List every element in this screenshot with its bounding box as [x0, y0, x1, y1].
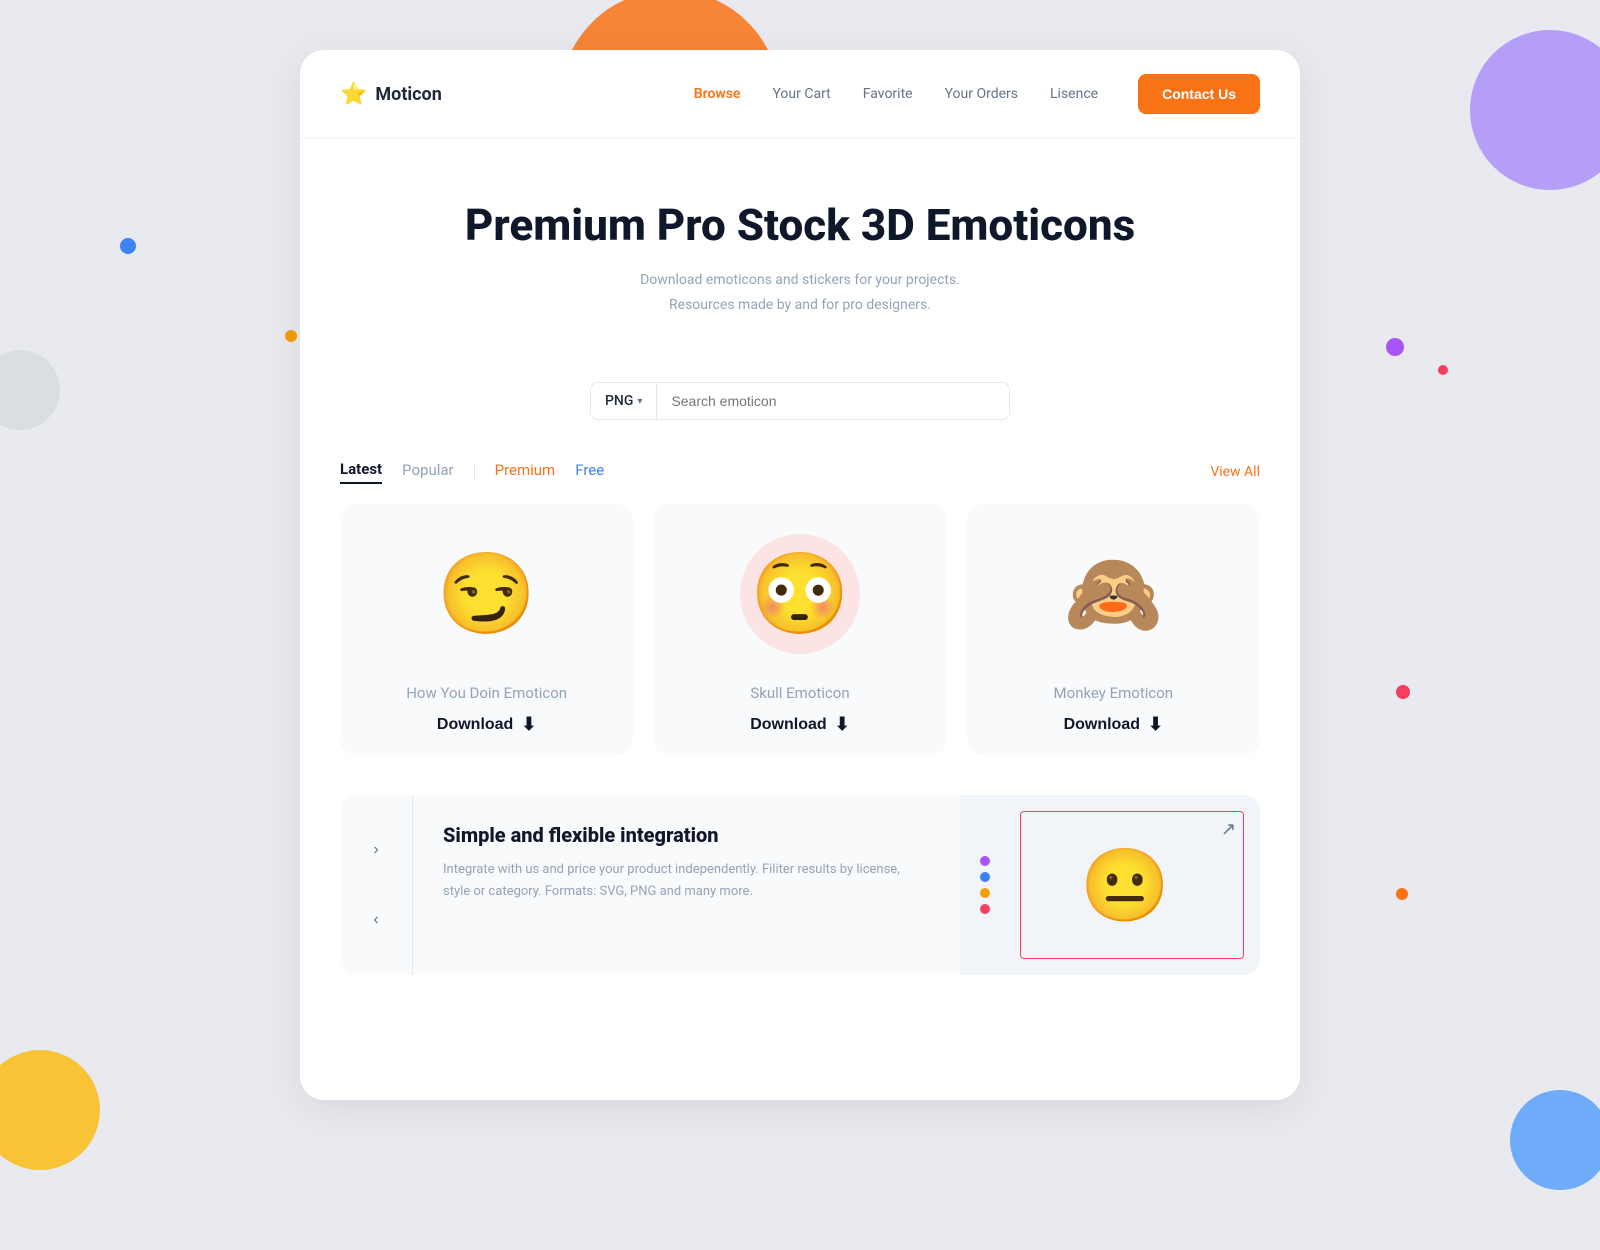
- emoticon-image-1: 😏: [427, 534, 547, 654]
- preview-emoji: 😐: [1080, 843, 1170, 928]
- tab-premium[interactable]: Premium: [495, 461, 556, 483]
- navbar: ⭐ Moticon Browse Your Cart Favorite Your…: [300, 50, 1300, 139]
- download-icon-3: ⬇: [1148, 714, 1163, 735]
- download-button-1[interactable]: Download ⬇: [437, 714, 537, 735]
- nav-links: Browse Your Cart Favorite Your Orders Li…: [694, 86, 1098, 102]
- preview-dot-blue: [980, 872, 990, 882]
- dot-yellow: [285, 330, 297, 342]
- tab-popular[interactable]: Popular: [402, 461, 454, 483]
- search-input[interactable]: [657, 383, 1009, 419]
- contact-button[interactable]: Contact Us: [1138, 74, 1260, 114]
- hero-subtitle: Download emoticons and stickers for your…: [340, 268, 1260, 318]
- tabs-row: Latest Popular Premium Free View All: [300, 460, 1300, 484]
- emoticon-image-2: 😳: [740, 534, 860, 654]
- tab-divider: [474, 463, 475, 481]
- cards-grid: 😏 How You Doin Emoticon Download ⬇ 😳 Sku…: [300, 504, 1300, 795]
- nav-browse[interactable]: Browse: [694, 86, 741, 102]
- view-all-link[interactable]: View All: [1210, 464, 1260, 480]
- emoticon-name-3: Monkey Emoticon: [1054, 684, 1174, 702]
- emoticon-name-2: Skull Emoticon: [750, 684, 849, 702]
- nav-favorite[interactable]: Favorite: [863, 86, 913, 102]
- download-button-2[interactable]: Download ⬇: [750, 714, 850, 735]
- integration-preview: ↗ 😐: [960, 795, 1260, 975]
- prev-arrow-button[interactable]: ‹: [360, 904, 392, 936]
- bg-blob-blue: [1510, 1090, 1600, 1190]
- dot-pink-small: [1438, 365, 1448, 375]
- bg-blob-gray: [0, 350, 60, 430]
- download-icon-1: ⬇: [521, 714, 536, 735]
- hero-section: Premium Pro Stock 3D Emoticons Download …: [300, 139, 1300, 358]
- nav-orders[interactable]: Your Orders: [945, 86, 1018, 102]
- nav-cart[interactable]: Your Cart: [772, 86, 830, 102]
- search-section: PNG ▾: [300, 382, 1300, 420]
- integration-description: Integrate with us and price your product…: [443, 859, 930, 903]
- preview-dot-yellow: [980, 888, 990, 898]
- logo: ⭐ Moticon: [340, 82, 442, 107]
- emoticon-name-1: How You Doin Emoticon: [406, 684, 567, 702]
- bg-blob-yellow: [0, 1050, 100, 1170]
- integration-content: Simple and flexible integration Integrat…: [413, 795, 960, 975]
- format-select[interactable]: PNG ▾: [591, 383, 657, 419]
- integration-title: Simple and flexible integration: [443, 823, 930, 847]
- dot-orange-right: [1396, 888, 1408, 900]
- tab-latest[interactable]: Latest: [340, 460, 382, 484]
- preview-dots: [980, 856, 990, 914]
- card-how-you-doin: 😏 How You Doin Emoticon Download ⬇: [340, 504, 633, 755]
- preview-dot-red: [980, 904, 990, 914]
- nav-license[interactable]: Lisence: [1050, 86, 1098, 102]
- search-container: PNG ▾: [590, 382, 1010, 420]
- preview-dot-purple: [980, 856, 990, 866]
- tab-free[interactable]: Free: [575, 461, 604, 483]
- next-arrow-button[interactable]: ›: [360, 834, 392, 866]
- bg-blob-purple: [1470, 30, 1600, 190]
- nav-arrows: › ‹: [340, 795, 413, 975]
- format-label: PNG: [605, 393, 633, 409]
- hero-title: Premium Pro Stock 3D Emoticons: [340, 199, 1260, 252]
- logo-text: Moticon: [375, 84, 441, 105]
- download-button-3[interactable]: Download ⬇: [1064, 714, 1164, 735]
- dot-purple: [1386, 338, 1404, 356]
- download-icon-2: ⬇: [835, 714, 850, 735]
- chevron-down-icon: ▾: [637, 396, 642, 407]
- integration-section: › ‹ Simple and flexible integration Inte…: [340, 795, 1260, 975]
- main-card: ⭐ Moticon Browse Your Cart Favorite Your…: [300, 50, 1300, 1100]
- logo-icon: ⭐: [340, 82, 367, 107]
- dot-pink-large: [1396, 685, 1410, 699]
- cursor-indicator: ↗: [1221, 819, 1236, 840]
- emoticon-image-3: 🙈: [1053, 534, 1173, 654]
- dot-blue: [120, 238, 136, 254]
- card-skull: 😳 Skull Emoticon Download ⬇: [653, 504, 946, 755]
- card-monkey: 🙈 Monkey Emoticon Download ⬇: [967, 504, 1260, 755]
